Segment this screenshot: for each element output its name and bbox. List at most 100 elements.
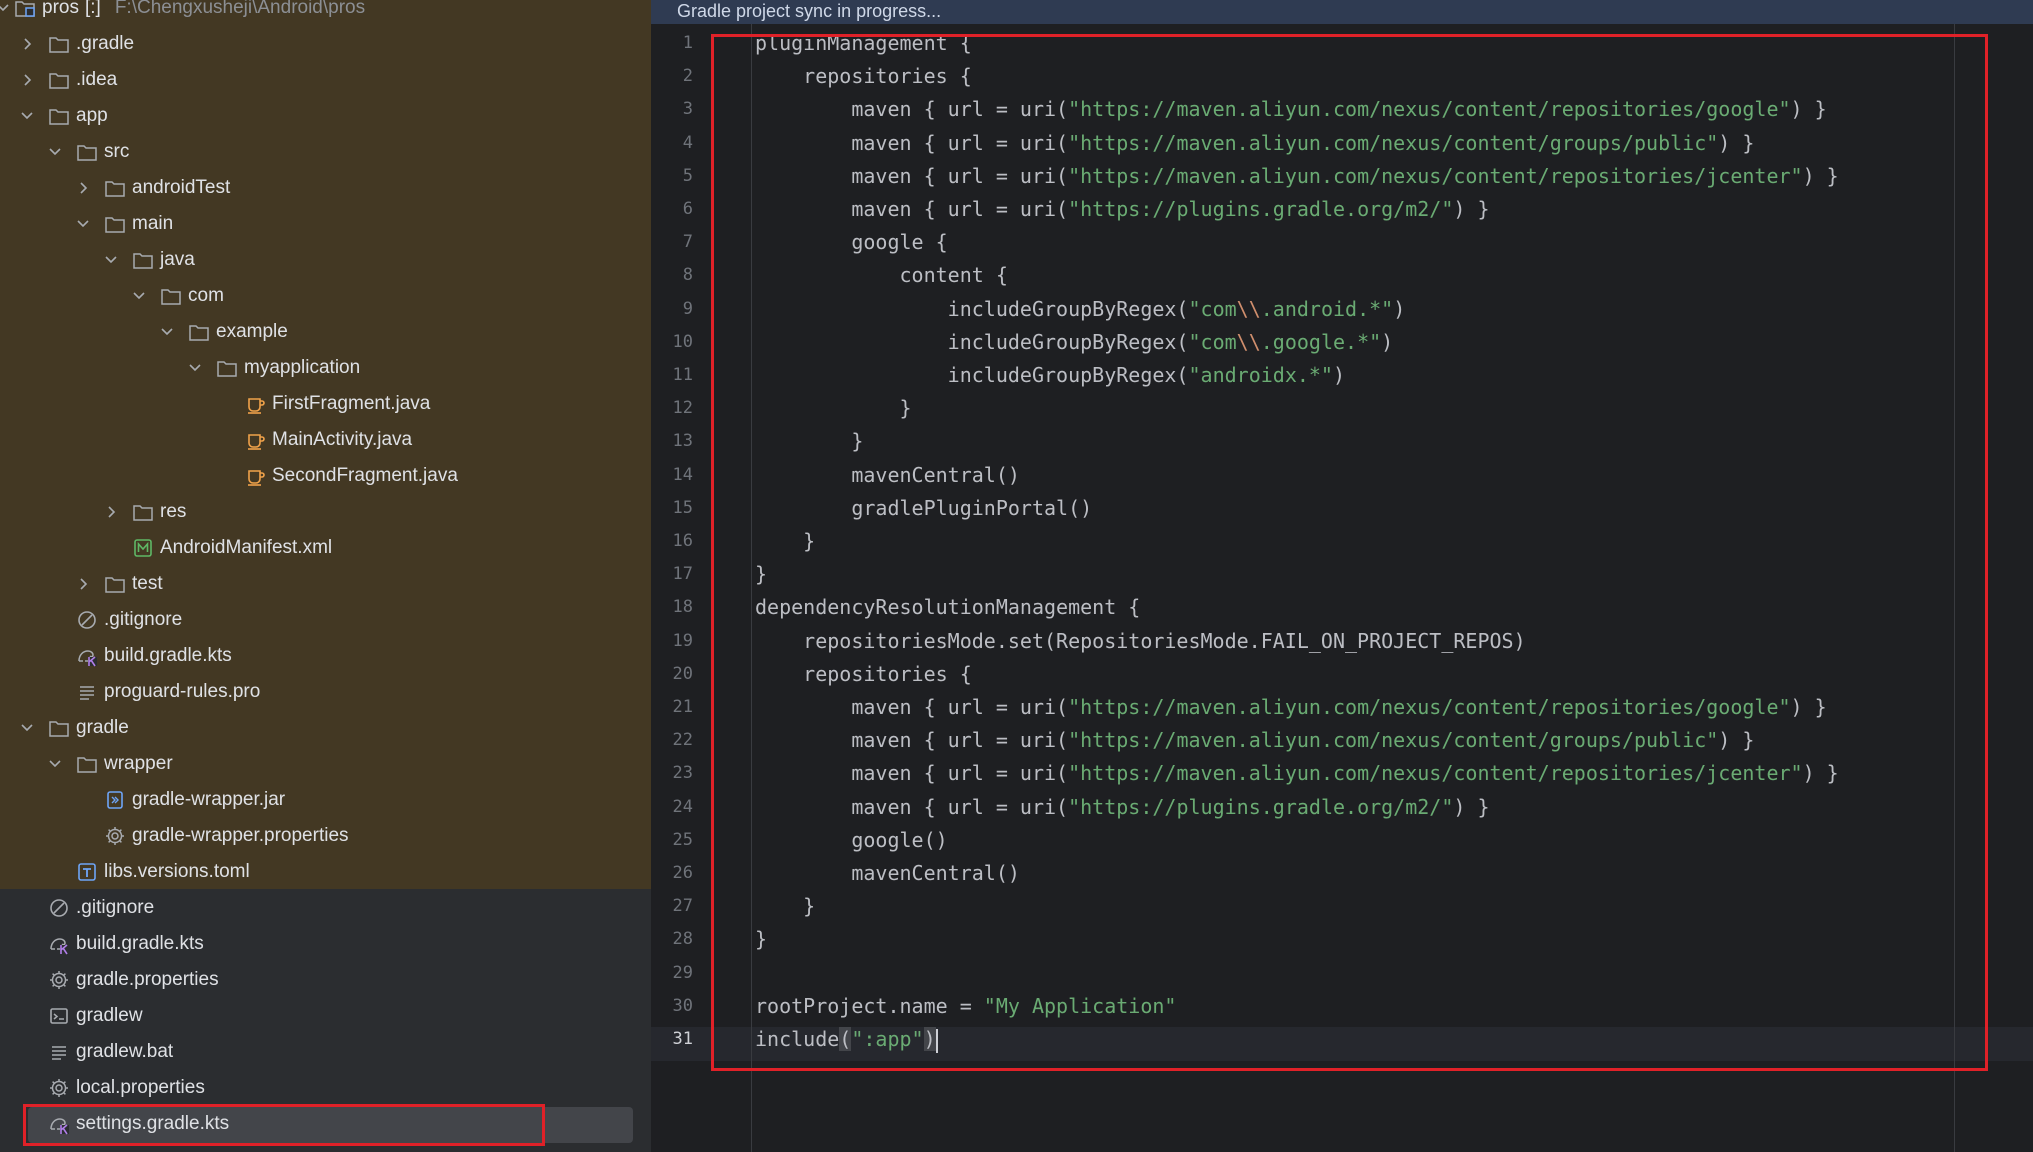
tree-item[interactable]: SecondFragment.java [0,458,651,494]
line-number: 11 [672,365,693,385]
tree-item[interactable]: gradle-wrapper.properties [0,818,651,854]
chevron-down-icon[interactable] [20,109,34,123]
line-number-gutter[interactable]: 1 2 3 4 5 6 7 8 9 10 11 12 13 14 15 16 17 18 19 20 21 22 23 24 2… [651,24,713,1152]
folder-icon [104,213,126,235]
root-path: F:\Chengxusheji\Android\pros [114,0,366,18]
folder-icon [188,321,210,343]
tree-item[interactable]: example [0,314,651,350]
tree-item[interactable]: test [0,566,651,602]
chevron-down-icon[interactable] [76,217,90,231]
tree-item[interactable]: gradlew [0,998,651,1034]
tree-item[interactable]: .gitignore [0,602,651,638]
chevron-down-icon[interactable] [104,253,118,267]
tree-item[interactable]: gradle-wrapper.jar [0,782,651,818]
tree-item-label: androidTest [132,177,231,198]
tree-item[interactable]: MainActivity.java [0,422,651,458]
tree-item-label: com [188,285,224,306]
tree-item-label: local.properties [76,1077,205,1098]
chevron-right-icon[interactable] [20,37,34,51]
tree-item-label: libs.versions.toml [104,861,250,882]
tree-item[interactable]: local.properties [0,1070,651,1106]
tree-item-label: java [160,249,195,270]
tree-item[interactable]: java [0,242,651,278]
tree-item[interactable]: myapplication [0,350,651,386]
tree-item-label: res [160,501,187,522]
tree-item[interactable]: .gitignore [0,890,651,926]
line-number: 21 [672,697,693,717]
tree-item[interactable]: com [0,278,651,314]
line-number: 26 [672,863,693,883]
tree-item[interactable]: .gradle [0,26,651,62]
tree-item[interactable]: app [0,98,651,134]
tree-item[interactable]: androidTest [0,170,651,206]
chevron-down-icon[interactable] [48,757,62,771]
chevron-down-icon[interactable] [48,145,62,159]
tree-item[interactable]: res [0,494,651,530]
tree-item[interactable]: libs.versions.toml [0,854,651,890]
java-file-icon [244,429,266,451]
tree-item-label: main [132,213,174,234]
folder-icon [160,285,182,307]
text-lines-icon [76,681,98,703]
line-number: 19 [672,630,693,651]
line-number: 12 [672,398,693,419]
chevron-right-icon[interactable] [76,181,90,195]
chevron-right-icon[interactable] [104,505,118,519]
chevron-down-icon[interactable] [188,361,202,375]
tree-item[interactable]: gradle.properties [0,962,651,998]
chevron-right-icon[interactable] [20,73,34,87]
selection-annotation-box [23,1104,545,1146]
folder-icon [48,105,70,127]
ignore-icon [48,897,70,919]
chevron-down-icon[interactable] [20,721,34,735]
tree-item-label: test [132,573,163,594]
tree-root-row[interactable]: pros [:] F:\Chengxusheji\Android\pros [0,0,651,26]
folder-icon [76,141,98,163]
tree-item[interactable]: FirstFragment.java [0,386,651,422]
line-number: 2 [682,66,693,87]
chevron-down-icon[interactable] [132,289,146,303]
tree-item-label: .idea [76,69,118,90]
line-number: 22 [672,730,693,751]
tree-item-label: FirstFragment.java [272,393,431,414]
folder-icon [48,33,70,55]
terminal-icon [48,1005,70,1027]
folder-icon [216,357,238,379]
tree-item[interactable]: .idea [0,62,651,98]
gradle-kts-icon [48,933,70,955]
line-number: 15 [672,497,693,518]
tree-item-label: example [216,321,288,342]
folder-icon [104,573,126,595]
chevron-down-icon[interactable] [0,1,10,15]
code-editor[interactable]: Gradle project sync in progress... 12345… [651,0,2033,1152]
manifest-icon [132,537,154,559]
tree-item[interactable]: proguard-rules.pro [0,674,651,710]
chevron-down-icon[interactable] [160,325,174,339]
tree-item[interactable]: gradlew.bat [0,1034,651,1070]
tree-item[interactable]: src [0,134,651,170]
chevron-right-icon[interactable] [76,577,90,591]
line-number: 5 [682,165,693,186]
tree-item[interactable]: AndroidManifest.xml [0,530,651,566]
root-label: pros [42,0,79,18]
tree-item-label: gradle [76,717,129,738]
root-badge: [:] [84,0,101,18]
tree-item[interactable]: build.gradle.kts [0,926,651,962]
tree-item-label: gradle.properties [76,969,219,990]
line-number: 1 [682,33,693,53]
tree-item[interactable]: gradle [0,710,651,746]
folder-icon [76,753,98,775]
java-file-icon [244,393,266,415]
tree-item[interactable]: build.gradle.kts [0,638,651,674]
tree-item[interactable]: wrapper [0,746,651,782]
tree-item[interactable]: main [0,206,651,242]
line-number: 3 [682,99,693,120]
tree-item-label: wrapper [104,753,173,774]
